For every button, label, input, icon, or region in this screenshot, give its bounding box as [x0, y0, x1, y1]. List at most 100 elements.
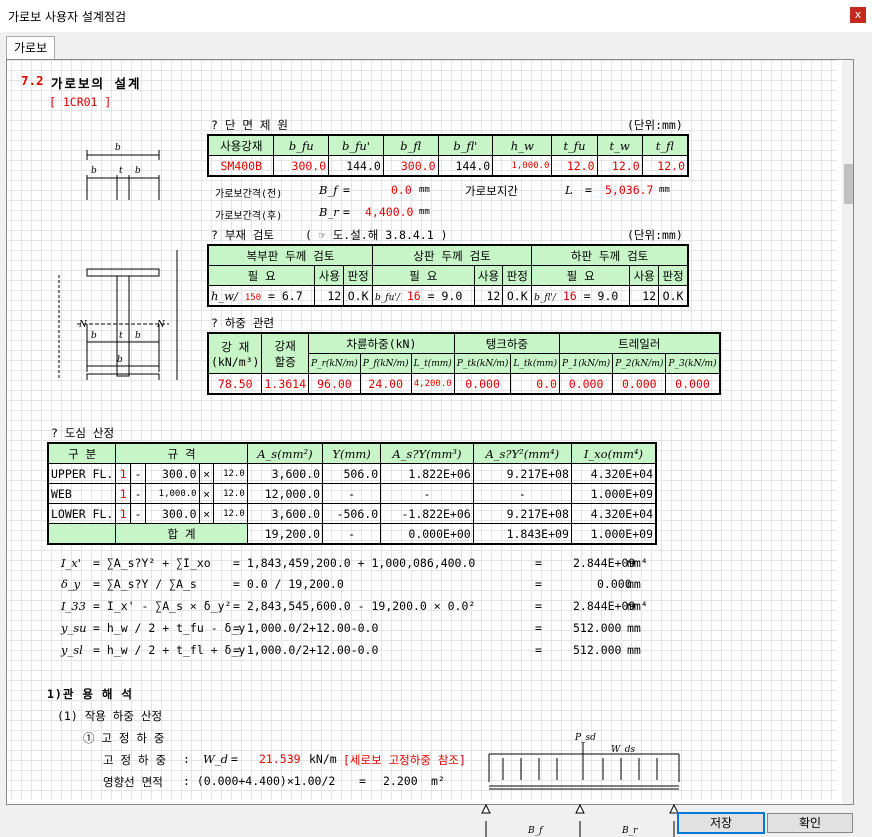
grp-upper: 상판 두께 검토 [372, 244, 533, 266]
row-thick: 12.0 [213, 483, 248, 504]
val-p3[interactable]: 0.000 [665, 373, 721, 395]
val-ptk[interactable]: 0.000 [453, 373, 512, 395]
total-ay: 0.000E+00 [380, 523, 474, 545]
member-code: [ 1CR01 ] [49, 95, 112, 109]
spacing-back-val[interactable]: 4,400.0 [365, 205, 413, 219]
section-props-unit: (단위:mm) [627, 118, 683, 132]
svg-text:b: b [91, 166, 97, 176]
row-area: 3,600.0 [246, 463, 324, 484]
row-thick: 12.0 [213, 503, 248, 524]
scroll-thumb[interactable] [844, 164, 853, 204]
hdr-part: 구 분 [47, 442, 117, 464]
row-ixo: 4.320E+04 [570, 463, 657, 484]
row-name: WEB [47, 483, 117, 504]
grp-wheel: 차륜하중(kN) [308, 332, 455, 354]
row-width: 1,000.0 [145, 483, 200, 504]
total-area: 19,200.0 [246, 523, 324, 545]
close-button[interactable]: x [850, 7, 866, 23]
formula-unit: mm [627, 621, 641, 635]
save-button[interactable]: 저장 [677, 812, 765, 834]
val-tw[interactable]: 12.0 [596, 155, 643, 177]
span-label: 가로보지간 [465, 184, 518, 198]
hdr-hw: h_w [492, 134, 553, 156]
sub-pr: P_r(kN/m) [308, 353, 361, 374]
hdr-bfl2: b_fl' [437, 134, 494, 156]
sub-p3: P_3(kN/m) [665, 353, 721, 374]
svg-text:t: t [119, 331, 123, 341]
point-load-label: P_sd [574, 733, 596, 743]
val-bfl[interactable]: 300.0 [382, 155, 439, 177]
spacing-back-sym: B_r [319, 205, 339, 219]
row-count: 1 [115, 503, 132, 524]
svg-text:b: b [135, 166, 141, 176]
section-props-title: ? 단 면 제 원 [211, 118, 288, 132]
sub-need-l: 필 요 [531, 265, 631, 286]
hdr-ixo: I_xo(mm⁴) [570, 442, 657, 464]
spacing-front-eq: = [343, 183, 350, 197]
ok-button[interactable]: 확인 [767, 813, 853, 833]
val-unit-weight[interactable]: 78.50 [207, 373, 263, 395]
formula-calc: = 1,843,459,200.0 + 1,000,086,400.0 [233, 556, 476, 570]
val-tfl[interactable]: 12.0 [641, 155, 689, 177]
row-area: 3,600.0 [246, 503, 324, 524]
need-lower: b_fl'/ 16 = 9.0 [531, 285, 631, 307]
val-factor[interactable]: 1.3614 [261, 373, 310, 395]
row-y: - [322, 483, 382, 504]
section-drawing-bottom: b t b b [86, 324, 160, 372]
hdr-tw: t_w [596, 134, 643, 156]
window-title: 가로보 사용자 설계점검 [8, 10, 127, 24]
report-sheet: 7.2 가로보의 설계 [ 1CR01 ] b b t b N N b t b … [7, 60, 853, 804]
row-dash: - [130, 503, 147, 524]
influence-area-eq: = [359, 774, 366, 788]
dead-load-label: 고 정 하 중 [103, 753, 167, 767]
grp-web: 복부판 두께 검토 [207, 244, 374, 266]
hdr-tfu: t_fu [551, 134, 598, 156]
spacing-back-unit: mm [419, 207, 430, 217]
val-hw[interactable]: 1,000.0 [492, 155, 553, 177]
formula-result: 512.000 [573, 621, 622, 635]
hdr-bfl: b_fl [382, 134, 439, 156]
val-bfl2: 144.0 [437, 155, 494, 177]
sub-use-w: 사용 [314, 265, 345, 286]
formula-def: = I_x' - ∑A_s × δ_y² [93, 599, 232, 613]
formula-eq: = [535, 577, 542, 591]
val-ltk[interactable]: 0.0 [510, 373, 560, 395]
val-pr[interactable]: 96.00 [308, 373, 361, 395]
load-diagram: P_sd W_ds [488, 733, 680, 790]
row-ay2: 9.217E+08 [472, 463, 572, 484]
spacing-back-label: 가로보간격(후) [215, 211, 283, 222]
span-val: 5,036.7 [605, 183, 654, 197]
member-unit: (단위:mm) [627, 228, 683, 242]
sub-ptk: P_tk(kN/m) [453, 353, 512, 374]
val-p2[interactable]: 0.000 [612, 373, 667, 395]
sub-need-u: 필 요 [372, 265, 475, 286]
section-title: 가로보의 설계 [51, 76, 142, 91]
hdr-spec: 규 격 [115, 442, 248, 464]
total-ixo: 1.000E+09 [570, 523, 657, 545]
vertical-scrollbar[interactable] [842, 60, 853, 804]
formula-lhs: δ_y [61, 577, 81, 591]
sub-judge-w: 판정 [343, 265, 374, 286]
spacing-front-unit: mm [419, 185, 430, 195]
val-tfu[interactable]: 12.0 [551, 155, 598, 177]
span-eq: = [585, 183, 592, 197]
tab-crossbeam[interactable]: 가로보 [6, 36, 56, 59]
influence-area-expr: : (0.000+4.400)×1.00/2 [183, 774, 336, 788]
row-ay: - [380, 483, 474, 504]
hdr-bfu: b_fu [273, 134, 330, 156]
val-bfu[interactable]: 300.0 [273, 155, 330, 177]
sub-need-w: 필 요 [207, 265, 316, 286]
formula-eq: = [535, 643, 542, 657]
val-pf[interactable]: 24.00 [359, 373, 412, 395]
grp-tank: 탱크하중 [453, 332, 560, 354]
spacing-front-val[interactable]: 0.0 [391, 183, 412, 197]
val-p1[interactable]: 0.000 [558, 373, 614, 395]
formula-calc: = 1,000.0/2+12.00-0.0 [233, 621, 379, 635]
analysis-sub1: (1) 작용 하중 산정 [57, 709, 163, 723]
val-lt[interactable]: 4,200.0 [410, 373, 455, 395]
distributed-load-label: W_ds [611, 745, 636, 755]
val-steel[interactable]: SM400B [207, 155, 275, 177]
judge-web: O.K [343, 285, 374, 307]
span-sym: L [565, 183, 573, 197]
row-times: × [198, 483, 215, 504]
